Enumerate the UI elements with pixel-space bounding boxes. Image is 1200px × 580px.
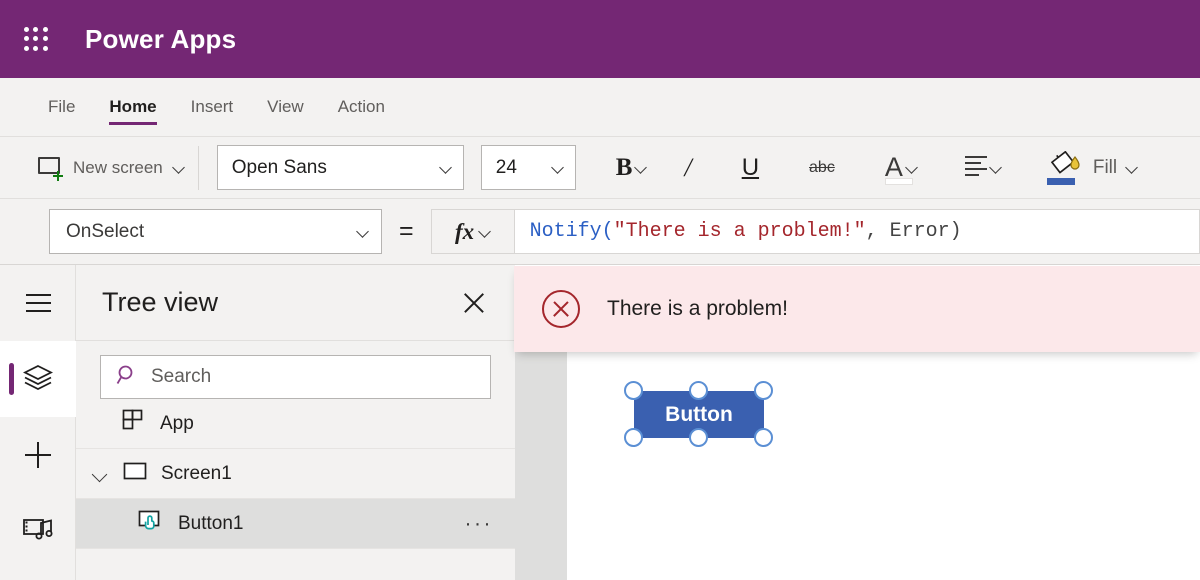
tree-item-label: Button1 xyxy=(178,513,244,535)
font-family-value: Open Sans xyxy=(232,157,327,179)
chevron-down-icon xyxy=(1127,163,1137,173)
property-value: OnSelect xyxy=(66,221,144,243)
chevron-down-icon xyxy=(358,227,368,237)
font-size-dropdown[interactable]: 24 xyxy=(481,145,576,190)
menu-item-home[interactable]: Home xyxy=(109,78,156,137)
app-title: Power Apps xyxy=(85,24,236,55)
chevron-down-icon xyxy=(441,163,451,173)
font-color-swatch xyxy=(885,178,913,185)
new-screen-icon xyxy=(38,157,62,178)
font-family-dropdown[interactable]: Open Sans xyxy=(217,145,464,190)
waffle-grid-icon[interactable] xyxy=(22,25,50,53)
resize-handle-bottom-center[interactable] xyxy=(689,428,708,447)
fill-color-swatch xyxy=(1047,178,1075,185)
canvas-gutter xyxy=(515,352,567,580)
plus-icon xyxy=(25,442,51,468)
menu-item-insert[interactable]: Insert xyxy=(191,78,234,137)
italic-label: / xyxy=(684,153,691,183)
font-size-value: 24 xyxy=(496,157,517,179)
search-placeholder: Search xyxy=(151,366,211,388)
resize-handle-bottom-right[interactable] xyxy=(754,428,773,447)
resize-handle-top-center[interactable] xyxy=(689,381,708,400)
underline-label: U xyxy=(742,154,759,182)
underline-button[interactable]: U xyxy=(736,145,765,191)
strikethrough-label: abc xyxy=(809,159,835,177)
power-apps-studio: Power Apps File Home Insert View Action … xyxy=(0,0,1200,580)
resize-handle-bottom-left[interactable] xyxy=(624,428,643,447)
tree-view-panel: Tree view Search App xyxy=(76,265,515,580)
text-align-button[interactable] xyxy=(959,145,1007,191)
toolbar-divider xyxy=(198,146,199,190)
tree-item-label: Screen1 xyxy=(161,463,232,485)
equals-sign: = xyxy=(399,217,414,246)
fx-label: fx xyxy=(455,219,474,245)
bold-button[interactable]: B xyxy=(610,145,653,191)
formula-token-string: "There is a problem!" xyxy=(614,220,866,243)
tree-view-title: Tree view xyxy=(102,287,218,318)
rail-item-tree-view[interactable] xyxy=(0,341,76,417)
app-canvas[interactable]: Button xyxy=(567,352,1200,580)
new-screen-button[interactable]: New screen xyxy=(38,157,184,178)
tree-view-header: Tree view xyxy=(76,265,515,341)
rail-item-hamburger[interactable] xyxy=(0,265,76,341)
search-input[interactable]: Search xyxy=(100,355,491,399)
menu-item-action[interactable]: Action xyxy=(338,78,385,137)
italic-button[interactable]: / xyxy=(678,145,697,191)
rail-item-media[interactable] xyxy=(0,493,76,569)
chevron-down-icon xyxy=(636,163,646,173)
button-control-icon xyxy=(138,509,164,538)
chevron-down-icon xyxy=(480,227,490,237)
menu-item-view[interactable]: View xyxy=(267,78,304,137)
resize-handle-top-right[interactable] xyxy=(754,381,773,400)
app-grid-icon xyxy=(122,409,146,438)
error-notification-banner: There is a problem! xyxy=(514,266,1200,352)
close-icon[interactable] xyxy=(461,290,487,316)
error-circle-x-icon xyxy=(542,290,580,328)
tree-item-button1[interactable]: Button1 ··· xyxy=(76,499,515,549)
function-picker-button[interactable]: fx xyxy=(431,209,515,254)
formula-bar: OnSelect = fx Notify( "There is a proble… xyxy=(0,199,1200,265)
rail-item-insert[interactable] xyxy=(0,417,76,493)
menu-bar: File Home Insert View Action xyxy=(0,78,1200,137)
chevron-down-icon xyxy=(907,163,917,173)
hamburger-menu-icon xyxy=(26,288,51,318)
chevron-down-icon xyxy=(174,163,184,173)
tree-item-overflow-menu[interactable]: ··· xyxy=(465,512,493,536)
tree-item-app[interactable]: App xyxy=(76,399,515,449)
align-left-icon xyxy=(965,156,987,180)
new-screen-label: New screen xyxy=(73,158,163,178)
left-icon-rail xyxy=(0,265,76,580)
formula-token-plain: , Error) xyxy=(866,220,962,243)
layers-icon xyxy=(23,363,53,396)
formula-input[interactable]: Notify( "There is a problem!" , Error) xyxy=(515,209,1200,254)
fill-button[interactable]: Fill xyxy=(1045,145,1143,191)
font-color-button[interactable]: A xyxy=(879,145,923,191)
menu-item-file[interactable]: File xyxy=(48,78,75,137)
tree-item-screen1[interactable]: Screen1 xyxy=(76,449,515,499)
brand-bar: Power Apps xyxy=(0,0,1200,78)
ribbon-toolbar: New screen Open Sans 24 B / U abc A xyxy=(0,137,1200,199)
strikethrough-button[interactable]: abc xyxy=(803,145,841,191)
tree-item-label: App xyxy=(160,413,194,435)
error-message: There is a problem! xyxy=(607,297,788,321)
resize-handle-top-left[interactable] xyxy=(624,381,643,400)
property-dropdown[interactable]: OnSelect xyxy=(49,209,382,254)
chevron-down-icon xyxy=(553,163,563,173)
chevron-down-icon xyxy=(991,163,1001,173)
bold-label: B xyxy=(616,154,633,182)
media-icon xyxy=(22,515,54,548)
screen-icon xyxy=(123,461,147,486)
chevron-down-icon[interactable] xyxy=(91,465,109,483)
formula-token-function: Notify( xyxy=(530,220,614,243)
search-icon xyxy=(116,364,138,391)
fill-label: Fill xyxy=(1093,157,1117,179)
